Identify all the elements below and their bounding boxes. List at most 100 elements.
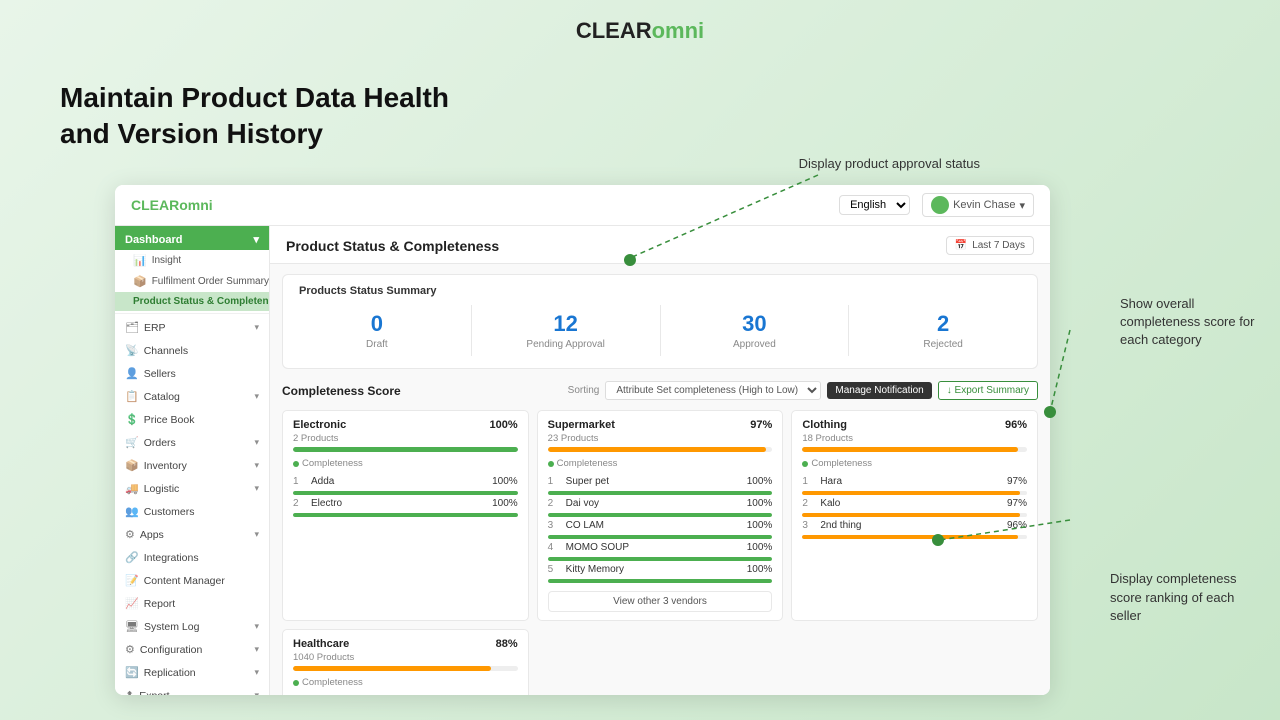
status-summary: Products Status Summary 0 Draft 12 Pendi… [282, 274, 1038, 369]
apps-icon: ⚙ [125, 528, 135, 541]
healthcare-name: Healthcare [293, 638, 349, 650]
sidebar-item-replication[interactable]: 🔄Replication▾ [115, 661, 269, 684]
electronic-pct: 100% [490, 419, 518, 431]
sidebar-item-system-log[interactable]: 🖥System Log▾ [115, 615, 269, 638]
sidebar-dashboard-label: Dashboard [125, 234, 182, 246]
sidebar-dashboard-chevron: ▾ [253, 233, 259, 246]
sidebar-item-channels[interactable]: 📡Channels [115, 339, 269, 362]
export-summary-button[interactable]: ↓ Export Summary [938, 381, 1038, 400]
category-grid-top: Electronic 100% 2 Products Completeness … [282, 410, 1038, 621]
vendor-row: 32nd thing96% [802, 517, 1027, 534]
vendor-row: 5Kitty Memory100% [548, 561, 773, 578]
category-card-electronic: Electronic 100% 2 Products Completeness … [282, 410, 529, 621]
sidebar-item-sellers[interactable]: 👤Sellers [115, 362, 269, 385]
systemlog-icon: 🖥 [125, 620, 139, 633]
sidebar-item-integrations[interactable]: 🔗Integrations [115, 546, 269, 569]
integrations-icon: 🔗 [125, 551, 139, 564]
vendor-row: 2Kalo97% [802, 495, 1027, 512]
category-grid-bottom: Healthcare 88% 1040 Products Completenes… [282, 629, 1038, 695]
sidebar-item-customers[interactable]: 👥Customers [115, 500, 269, 523]
completeness-header: Completeness Score Sorting Attribute Set… [282, 375, 1038, 402]
healthcare-completeness-label: Completeness [293, 677, 518, 688]
sellers-icon: 👤 [125, 367, 139, 380]
electronic-bar [293, 447, 518, 452]
electronic-completeness-label: Completeness [293, 458, 518, 469]
sidebar-item-report[interactable]: 📈Report [115, 592, 269, 615]
rejected-label: Rejected [849, 339, 1037, 350]
language-select[interactable]: English [839, 195, 910, 215]
pending-number: 12 [472, 311, 660, 337]
config-icon: ⚙ [125, 643, 135, 656]
fulfilment-icon: 📦 [133, 275, 147, 288]
sidebar: Dashboard ▾ 📊Insight 📦Fulfilment Order S… [115, 226, 270, 695]
app-header-right: English Kevin Chase ▾ [839, 193, 1034, 217]
calendar-icon: 📅 [955, 240, 967, 251]
sidebar-item-content-manager[interactable]: 📝Content Manager [115, 569, 269, 592]
channels-icon: 📡 [125, 344, 139, 357]
clothing-bar-fill [802, 447, 1018, 452]
healthcare-bar [293, 666, 518, 671]
sort-select[interactable]: Attribute Set completeness (High to Low) [605, 381, 821, 400]
completeness-section: Completeness Score Sorting Attribute Set… [282, 375, 1038, 695]
catalog-icon: 📋 [125, 390, 139, 403]
view-other-button[interactable]: View other 3 vendors [548, 591, 773, 612]
sidebar-item-product-status[interactable]: Product Status & Completeness [115, 292, 269, 311]
supermarket-bar [548, 447, 773, 452]
user-chevron: ▾ [1019, 199, 1025, 212]
sidebar-item-erp[interactable]: 🗂ERP▾ [115, 316, 269, 339]
sidebar-item-configuration[interactable]: ⚙Configuration▾ [115, 638, 269, 661]
supermarket-completeness-label: Completeness [548, 458, 773, 469]
logistic-icon: 🚚 [125, 482, 139, 495]
user-avatar [931, 196, 949, 214]
sidebar-item-fulfilment[interactable]: 📦Fulfilment Order Summary [115, 271, 269, 292]
manage-notification-button[interactable]: Manage Notification [827, 382, 931, 399]
approved-label: Approved [661, 339, 849, 350]
app-header-logo: CLEARomni [131, 197, 213, 213]
sidebar-item-inventory[interactable]: 📦Inventory▾ [115, 454, 269, 477]
draft-label: Draft [283, 339, 471, 350]
healthcare-bar-fill [293, 666, 491, 671]
category-card-healthcare: Healthcare 88% 1040 Products Completenes… [282, 629, 529, 695]
sidebar-item-apps[interactable]: ⚙Apps▾ [115, 523, 269, 546]
sidebar-item-insight[interactable]: 📊Insight [115, 250, 269, 271]
vendor-row: 3CO LAM100% [548, 517, 773, 534]
app-window: CLEARomni English Kevin Chase ▾ Dashboar… [115, 185, 1050, 695]
sidebar-item-pricebook[interactable]: 💲Price Book [115, 408, 269, 431]
clothing-completeness-label: Completeness [802, 458, 1027, 469]
sidebar-dashboard-header[interactable]: Dashboard ▾ [115, 226, 269, 250]
sidebar-item-orders[interactable]: 🛒Orders▾ [115, 431, 269, 454]
clothing-pct: 96% [1005, 419, 1027, 431]
sidebar-item-logistic[interactable]: 🚚Logistic▾ [115, 477, 269, 500]
date-filter[interactable]: 📅 Last 7 Days [946, 236, 1034, 255]
supermarket-bar-fill [548, 447, 766, 452]
page-title: Product Status & Completeness [286, 238, 499, 254]
electronic-name: Electronic [293, 419, 346, 431]
page-header: Product Status & Completeness 📅 Last 7 D… [270, 226, 1050, 264]
sidebar-item-catalog[interactable]: 📋Catalog▾ [115, 385, 269, 408]
approved-number: 30 [661, 311, 849, 337]
app-logo: CLEARomni [0, 0, 1280, 54]
sorting-controls: Sorting Attribute Set completeness (High… [568, 381, 1038, 400]
status-card-approved: 30 Approved [661, 305, 850, 356]
draft-number: 0 [283, 311, 471, 337]
content-icon: 📝 [125, 574, 139, 587]
date-filter-label: Last 7 Days [972, 240, 1025, 251]
electronic-bar-fill [293, 447, 518, 452]
customers-icon: 👥 [125, 505, 139, 518]
vendor-row: 1 Adda 100% [293, 473, 518, 490]
clothing-name: Clothing [802, 419, 847, 431]
category-card-supermarket: Supermarket 97% 23 Products Completeness… [537, 410, 784, 621]
logo-clear: CLEAR [576, 18, 652, 43]
sidebar-item-export[interactable]: ⬆Export▾ [115, 684, 269, 695]
electronic-products: 2 Products [293, 433, 518, 444]
report-icon: 📈 [125, 597, 139, 610]
user-badge: Kevin Chase ▾ [922, 193, 1034, 217]
vendor-row: 2Dai voy100% [548, 495, 773, 512]
replication-icon: 🔄 [125, 666, 139, 679]
insight-icon: 📊 [133, 254, 147, 267]
rejected-number: 2 [849, 311, 1037, 337]
vendor-row: 2 Electro 100% [293, 495, 518, 512]
placeholder-col3 [791, 629, 1038, 695]
status-card-rejected: 2 Rejected [849, 305, 1037, 356]
export-icon: ⬆ [125, 689, 134, 695]
